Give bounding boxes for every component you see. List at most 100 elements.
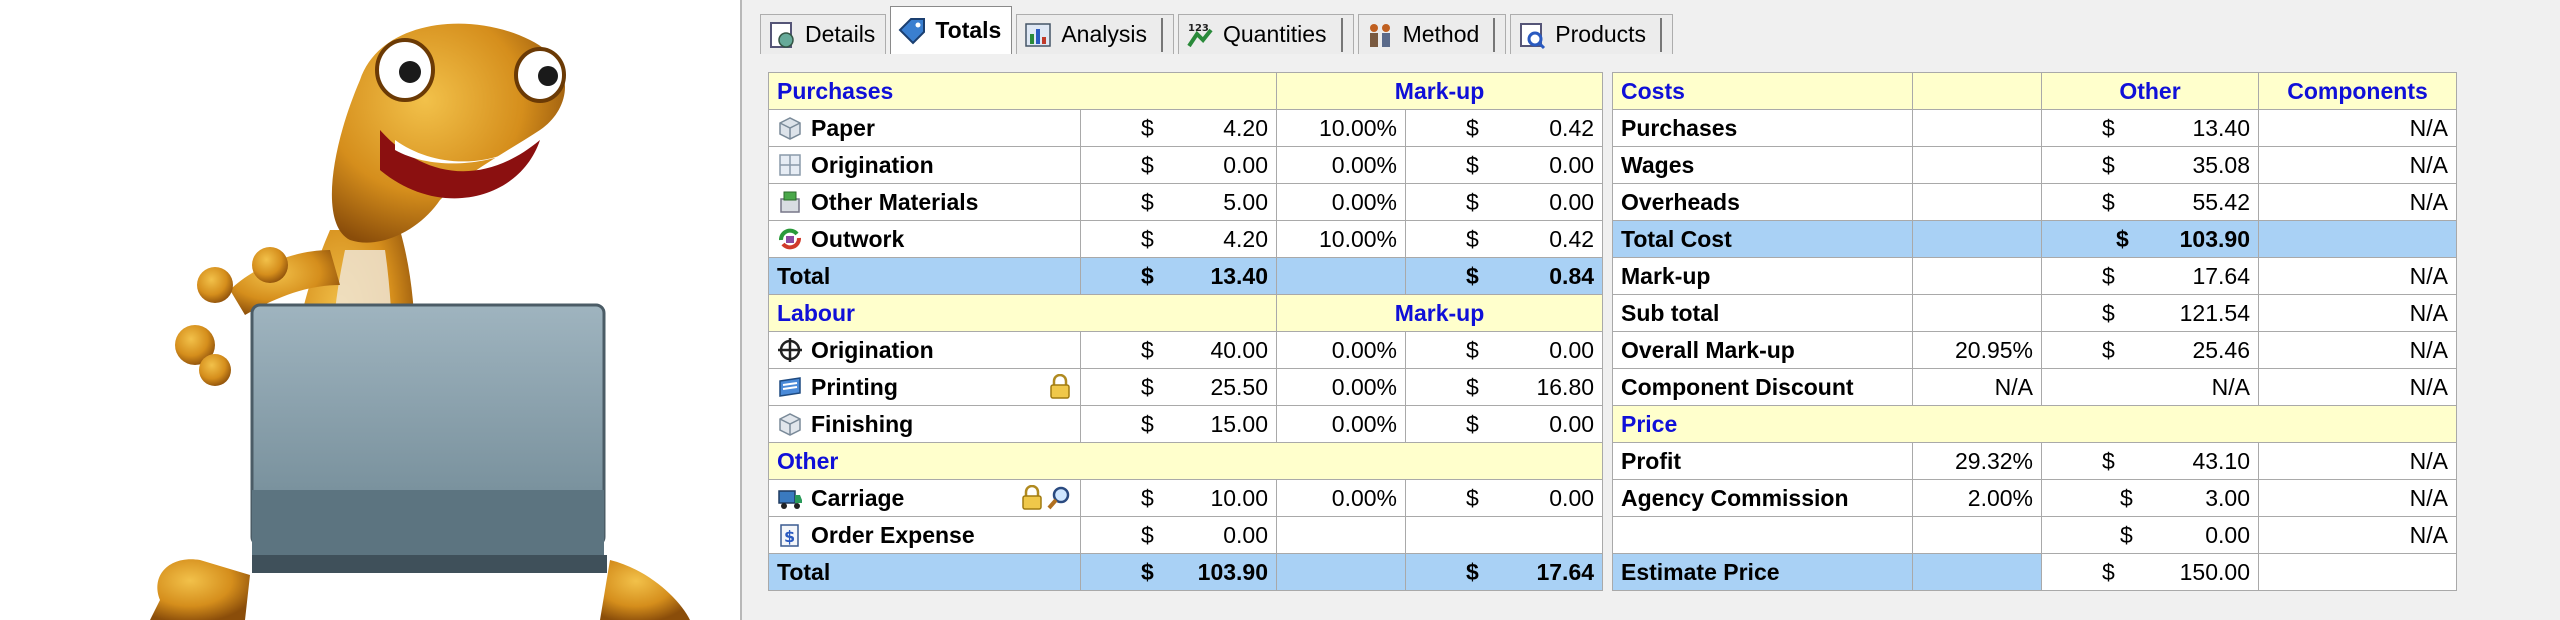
item-cell: $ Order Expense — [768, 516, 1081, 554]
total-label: Total — [768, 257, 1081, 295]
value-cell[interactable]: $0.00 — [2041, 516, 2259, 554]
percent-cell[interactable]: 2.00% — [1912, 479, 2042, 517]
markup-percent-cell[interactable]: 0.00% — [1276, 405, 1407, 443]
labour-row-finishing: Finishing $15.00 0.00% $0.00 — [768, 405, 1604, 443]
purchase-row-origination: Origination $0.00 0.00% $0.00 — [768, 146, 1604, 184]
carriage-icon — [778, 490, 802, 509]
amount-cell[interactable]: $40.00 — [1079, 331, 1278, 369]
value-cell[interactable]: $43.10 — [2041, 442, 2259, 480]
row-label: Total Cost — [1612, 220, 1913, 258]
amount-cell[interactable]: $4.20 — [1079, 220, 1278, 258]
components-cell: N/A — [2258, 183, 2457, 221]
markup-percent-cell[interactable]: 0.00% — [1276, 146, 1407, 184]
percent-cell[interactable]: 20.95% — [1912, 331, 2042, 369]
amount-cell[interactable]: $5.00 — [1079, 183, 1278, 221]
row-label: Overheads — [1612, 183, 1913, 221]
percent-cell[interactable]: 29.32% — [1912, 442, 2042, 480]
value-cell: $35.08 — [2041, 146, 2259, 184]
gecko-illustration — [0, 0, 740, 620]
total-percent-blank — [1276, 553, 1407, 591]
labour-header-row: Labour Mark-up — [767, 294, 1604, 332]
markup-percent-cell[interactable]: 10.00% — [1276, 220, 1407, 258]
tab-bar: Details Totals Analysis 123 Quantities M… — [760, 4, 1677, 54]
components-cell: N/A — [2258, 331, 2457, 369]
markup-amount-cell: $0.00 — [1405, 331, 1604, 369]
purchase-row-outwork: Outwork $4.20 10.00% $0.42 — [768, 220, 1604, 258]
quantities-icon: 123 — [1187, 23, 1213, 47]
value-cell[interactable]: $25.46 — [2041, 331, 2259, 369]
components-cell: N/A — [2258, 257, 2457, 295]
row-label-blank — [1612, 516, 1913, 554]
summary-row-estimate-price: Estimate Price $150.00 — [1612, 553, 2457, 591]
header-blank — [1912, 72, 2042, 110]
tab-details[interactable]: Details — [760, 14, 887, 54]
percent-blank — [1912, 183, 2042, 221]
method-icon — [1369, 23, 1390, 47]
markup-percent-cell[interactable]: 0.00% — [1276, 479, 1407, 517]
other-row-carriage: Carriage $10.00 0.00% $0.00 — [768, 479, 1604, 517]
summary-row-wages: Wages $35.08 N/A — [1612, 146, 2457, 184]
amount-cell[interactable]: $0.00 — [1079, 516, 1278, 554]
components-cell: N/A — [2258, 146, 2457, 184]
value-cell: N/A — [2041, 368, 2259, 406]
amount-cell[interactable]: $0.00 — [1079, 146, 1278, 184]
tab-products[interactable]: Products — [1510, 14, 1674, 54]
percent-cell: N/A — [1912, 368, 2042, 406]
components-cell: N/A — [2258, 294, 2457, 332]
summary-row-blank: $0.00 N/A — [1612, 516, 2457, 554]
tab-label: Details — [805, 21, 876, 47]
details-icon — [770, 21, 794, 48]
summary-table: Costs Other Components Purchases $13.40 … — [1612, 72, 2457, 591]
item-cell: Finishing — [768, 405, 1081, 443]
lock-icon[interactable] — [1020, 485, 1044, 511]
summary-row-agency-commission: Agency Commission 2.00% $3.00 N/A — [1612, 479, 2457, 517]
estimate-price-value[interactable]: $150.00 — [2041, 553, 2259, 591]
svg-text:$: $ — [784, 527, 795, 546]
components-cell: N/A — [2258, 516, 2457, 554]
labour-row-printing: Printing $25.50 0.00% $16.80 — [768, 368, 1604, 406]
markup-percent-cell[interactable]: 0.00% — [1276, 368, 1407, 406]
total-label: Total — [768, 553, 1081, 591]
components-cell: N/A — [2258, 368, 2457, 406]
row-label: Purchases — [1612, 109, 1913, 147]
summary-row-total-cost: Total Cost $103.90 — [1612, 220, 2457, 258]
item-cell: Other Materials — [768, 183, 1081, 221]
summary-row-component-discount: Component Discount N/A N/A N/A — [1612, 368, 2457, 406]
markup-percent-cell[interactable]: 0.00% — [1276, 331, 1407, 369]
amount-cell[interactable]: $4.20 — [1079, 109, 1278, 147]
markup-amount-cell: $0.42 — [1405, 109, 1604, 147]
row-label: Overall Mark-up — [1612, 331, 1913, 369]
tab-analysis[interactable]: Analysis — [1016, 14, 1174, 54]
order-expense-icon: $ — [780, 524, 799, 547]
other-column-header: Other — [2041, 72, 2259, 110]
row-label: Agency Commission — [1612, 479, 1913, 517]
total-markup: $0.84 — [1405, 257, 1604, 295]
markup-amount-cell: $0.00 — [1405, 146, 1604, 184]
summary-row-profit: Profit 29.32% $43.10 N/A — [1612, 442, 2457, 480]
item-cell: Printing — [768, 368, 1081, 406]
tab-label: Totals — [935, 17, 1002, 43]
tab-quantities[interactable]: 123 Quantities — [1178, 14, 1354, 54]
value-cell: $13.40 — [2041, 109, 2259, 147]
markup-amount-blank — [1405, 516, 1604, 554]
markup-percent-cell[interactable]: 10.00% — [1276, 109, 1407, 147]
item-cell: Origination — [768, 146, 1081, 184]
lock-icon[interactable] — [1048, 374, 1072, 400]
tab-label: Quantities — [1223, 21, 1327, 47]
markup-percent-cell[interactable]: 0.00% — [1276, 183, 1407, 221]
tab-totals[interactable]: Totals — [890, 6, 1013, 54]
value-cell: $103.90 — [2041, 220, 2259, 258]
amount-cell[interactable]: $15.00 — [1079, 405, 1278, 443]
costs-header: Costs — [1612, 72, 1913, 110]
value-cell: $121.54 — [2041, 294, 2259, 332]
magnifier-icon[interactable] — [1046, 485, 1072, 511]
row-label: Estimate Price — [1612, 553, 1913, 591]
markup-amount-cell: $0.42 — [1405, 220, 1604, 258]
percent-blank — [1912, 257, 2042, 295]
row-label: Mark-up — [1612, 257, 1913, 295]
amount-cell[interactable]: $10.00 — [1079, 479, 1278, 517]
amount-cell[interactable]: $25.50 — [1079, 368, 1278, 406]
value-cell[interactable]: $3.00 — [2041, 479, 2259, 517]
labour-header: Labour — [767, 294, 1278, 332]
tab-method[interactable]: Method — [1357, 14, 1507, 54]
